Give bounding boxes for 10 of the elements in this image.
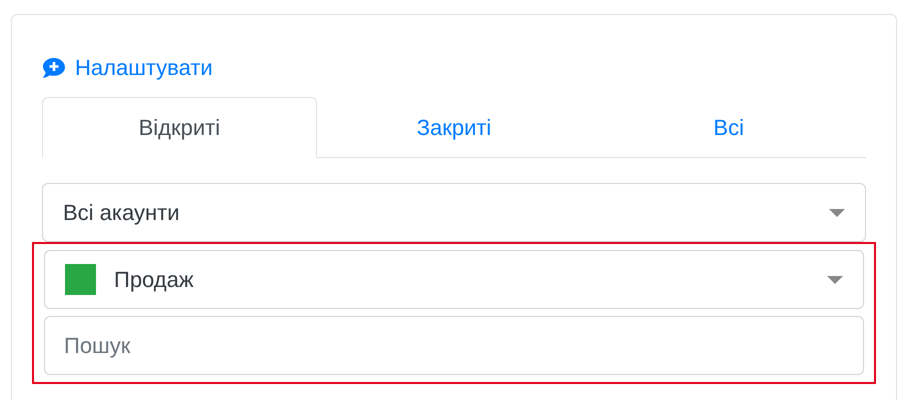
tab[interactable]: Всі xyxy=(591,97,866,158)
chat-plus-icon xyxy=(42,56,66,78)
tab[interactable]: Відкриті xyxy=(42,97,317,158)
configure-link[interactable]: Налаштувати xyxy=(42,51,213,84)
caret-icon xyxy=(829,208,845,216)
tab[interactable]: Закриті xyxy=(316,97,592,158)
account-dropdown[interactable]: Всі акаунти xyxy=(42,183,866,242)
stage-dropdown[interactable]: Продаж xyxy=(44,250,864,309)
search-field[interactable]: Пошук xyxy=(44,316,864,375)
caret-icon xyxy=(827,276,843,284)
